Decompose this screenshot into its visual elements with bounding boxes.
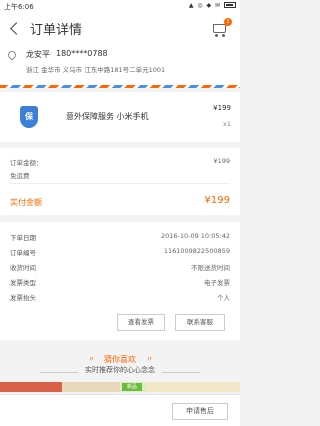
product-price: ¥199: [213, 104, 231, 112]
status-icons: ▲ ◎ ◆ ✉: [189, 2, 236, 9]
header: 订单详情 1: [0, 12, 240, 45]
sparkle-icon: 〃: [146, 355, 153, 363]
footer-bar: 申请售后: [0, 394, 240, 426]
page-title: 订单详情: [30, 23, 83, 38]
address-card: 龙安平 180****0788 浙江 金华市 义乌市 江东中路181号二单元10…: [0, 45, 240, 88]
recipient-name: 龙安平: [26, 50, 50, 59]
cart-badge: 1: [224, 18, 232, 26]
product-name: 意外保障服务 小米手机: [66, 112, 149, 121]
divider: [10, 183, 230, 184]
divider-line: [162, 372, 200, 373]
product-row[interactable]: 保 意外保障服务 小米手机 ¥199 x1: [0, 92, 240, 142]
order-amount-label: 订单金额：: [10, 159, 43, 167]
status-bar: 上午6:06 ▲ ◎ ◆ ✉: [0, 0, 240, 12]
new-tag: 新品: [122, 383, 142, 391]
detail-label: 订单编号: [10, 249, 36, 257]
view-invoice-button[interactable]: 查看发票: [117, 314, 165, 331]
detail-label: 发票抬头: [10, 294, 36, 302]
invoice-title-row: 发票抬头 个人: [10, 292, 230, 302]
apply-after-sale-button[interactable]: 申请售后: [172, 403, 228, 420]
promo-banner[interactable]: 新品: [0, 382, 240, 392]
back-arrow-icon[interactable]: [8, 20, 22, 36]
order-summary: 订单金额： ¥199 免运费 实付金额 ¥199: [0, 148, 240, 215]
location-pin-icon: [6, 49, 18, 61]
status-time: 上午6:06: [4, 3, 34, 11]
invoice-type-row: 发票类型 电子发票: [10, 277, 230, 287]
address-stripe: [0, 85, 240, 88]
address-line: 浙江 金华市 义乌市 江东中路181号二单元1001: [26, 66, 166, 74]
recommend-section: 〃 猜你喜欢 〃 实时推荐你的心心念念: [0, 344, 240, 382]
shield-icon: 保: [20, 106, 38, 128]
detail-value: 不限送货时间: [191, 264, 230, 272]
promo-segment: [146, 382, 240, 392]
order-amount-row: 订单金额： ¥199: [10, 157, 230, 167]
signal-icons: ▲ ◎ ◆ ✉: [188, 2, 222, 9]
shipping-row: 免运费: [10, 170, 230, 180]
shipping-label: 免运费: [10, 172, 30, 180]
contact-service-button[interactable]: 联系客服: [175, 314, 225, 331]
detail-value: 1161009822500859: [163, 247, 230, 255]
order-date-row: 下单日期 2016-10-09 10:05:42: [10, 232, 230, 242]
order-amount-value: ¥199: [213, 157, 230, 165]
order-details: 下单日期 2016-10-09 10:05:42 订单编号 1161009822…: [0, 222, 240, 340]
detail-value: 电子发票: [204, 279, 230, 287]
detail-value: 个人: [217, 294, 230, 302]
detail-label: 收货时间: [10, 264, 36, 272]
actual-amount-row: 实付金额 ¥199: [10, 195, 230, 208]
delivery-time-row: 收货时间 不限送货时间: [10, 262, 230, 272]
detail-value: 2016-10-09 10:05:42: [160, 232, 230, 240]
recommend-title: 猜你喜欢: [104, 355, 136, 364]
recipient-phone: 180****0788: [56, 49, 108, 58]
recommend-subtitle: 实时推荐你的心心念念: [85, 366, 155, 374]
detail-label: 发票类型: [10, 279, 36, 287]
battery-icon: [224, 2, 236, 8]
detail-label: 下单日期: [10, 234, 36, 242]
order-number-row: 订单编号 1161009822500859: [10, 247, 230, 257]
actual-amount-value: ¥199: [204, 195, 230, 206]
promo-segment: [62, 382, 120, 392]
actual-amount-label: 实付金额: [10, 198, 42, 207]
product-quantity: x1: [223, 120, 231, 128]
promo-segment: [0, 382, 62, 392]
